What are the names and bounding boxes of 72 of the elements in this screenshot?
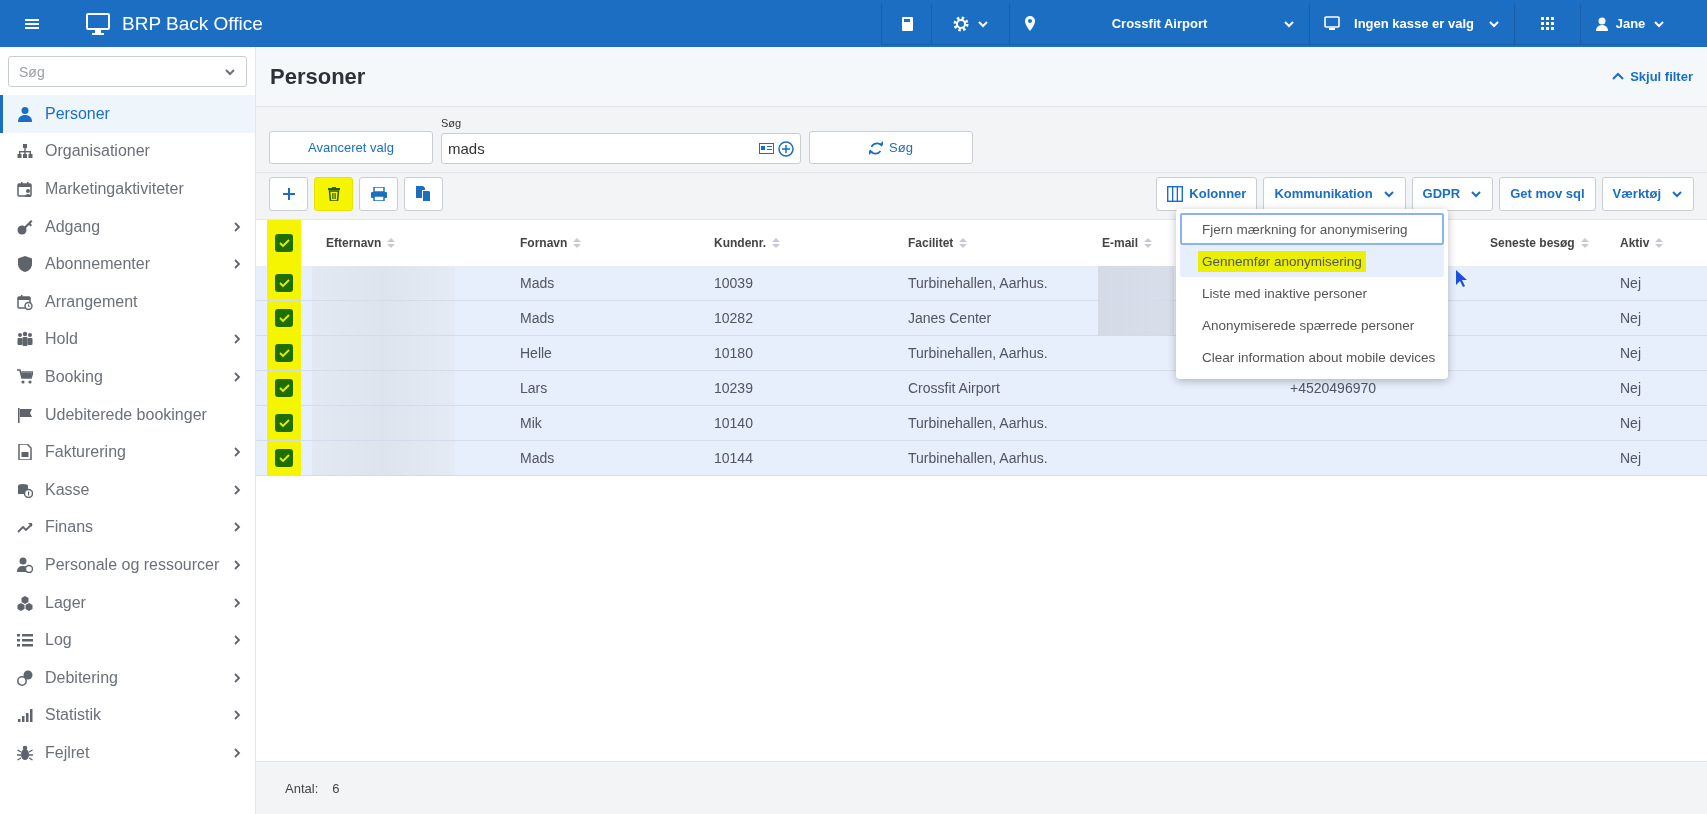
sidebar-item[interactable]: Personer (0, 95, 255, 133)
count-label: Antal: (285, 780, 319, 796)
table-cell-text: Nej (1619, 310, 1642, 326)
menu-item[interactable]: Clear information about mobile devices (1180, 341, 1444, 373)
sidebar-item[interactable]: Personale og ressourcer (0, 546, 255, 584)
table-cell-text: Turbinehallen, Aarhus. (907, 345, 1049, 361)
table-cell-text: Nej (1619, 275, 1642, 291)
column-header[interactable]: Efternavn (312, 236, 506, 250)
sidebar-item[interactable]: Kasse (0, 470, 255, 509)
page-title: Personer (270, 63, 367, 90)
dropdown-button[interactable]: Kommunikation (1263, 176, 1406, 211)
column-header[interactable]: Facilitet (894, 236, 1088, 250)
sidebar-item[interactable]: Abonnementer (0, 245, 255, 283)
table-cell-text: Mads (519, 450, 556, 466)
table-cell-text: Helle (519, 345, 553, 361)
table-cell-text: Mads (519, 275, 556, 291)
search-label: Søg (441, 117, 463, 129)
column-header[interactable]: Kundenr. (700, 236, 894, 250)
sidebar-item[interactable]: Lager (0, 583, 255, 622)
sidebar-item[interactable]: Debitering (0, 658, 255, 697)
table-cell-text: Janes Center (907, 310, 993, 326)
register-selector[interactable]: Ingen kasse er valg (1309, 3, 1514, 44)
table-cell-text: +4520496970 (1289, 380, 1378, 396)
sidebar-item[interactable]: Marketingaktiviteter (0, 170, 255, 208)
table-cell-text: 10039 (713, 275, 754, 291)
count-value: 6 (332, 780, 340, 796)
sidebar-item[interactable]: Statistik (0, 696, 255, 735)
menu-search-field[interactable]: Søg (8, 56, 247, 87)
location-selector[interactable]: Crossfit Airport (1009, 3, 1309, 44)
table-cell-text: 10239 (713, 380, 754, 396)
sidebar-item[interactable]: Finans (0, 508, 255, 547)
table-cell-text: Nej (1619, 415, 1642, 431)
dropdown-button[interactable]: Værktøj (1601, 176, 1694, 211)
search-field[interactable]: mads (441, 133, 801, 164)
table-cell-text: Nej (1619, 380, 1642, 396)
table-cell-text: 10282 (713, 310, 754, 326)
search-button[interactable]: Søg (809, 131, 973, 164)
table-cell-text: 10140 (713, 415, 754, 431)
column-header[interactable]: Fornavn (506, 236, 700, 250)
table-cell-text: Nej (1619, 345, 1642, 361)
sidebar-item[interactable]: Log (0, 621, 255, 659)
sql-button[interactable]: Get mov sql (1499, 176, 1596, 211)
advanced-button[interactable]: Avanceret valg (269, 131, 433, 164)
table-cell-text: Turbinehallen, Aarhus. (907, 415, 1049, 431)
sidebar-item[interactable]: Booking (0, 358, 255, 396)
sidebar-item[interactable]: Hold (0, 320, 255, 359)
menu-item[interactable]: Fjern mærkning for anonymisering (1180, 213, 1444, 245)
menu-item[interactable]: Liste med inaktive personer (1180, 277, 1444, 309)
table-cell-text: Nej (1619, 450, 1642, 466)
user-menu[interactable]: Jane (1580, 3, 1680, 44)
table-cell-text: Turbinehallen, Aarhus. (907, 275, 1049, 291)
sidebar-item[interactable]: Udebiterede bookinger (0, 395, 255, 434)
sidebar-item[interactable]: Organisationer (0, 132, 255, 171)
sidebar-item[interactable]: Adgang (0, 207, 255, 246)
table-cell-text: Crossfit Airport (907, 380, 1001, 396)
table-cell-text: Mik (519, 415, 543, 431)
table-cell-text: 10144 (713, 450, 754, 466)
columns-button[interactable]: Kolonner (1156, 176, 1258, 211)
app-title: BRP Back Office (122, 12, 263, 35)
column-header[interactable]: Seneste besøg (1476, 236, 1606, 250)
table-cell-text: Lars (519, 380, 549, 396)
sidebar-item[interactable]: Fakturering (0, 433, 255, 471)
dropdown-button[interactable]: GDPR (1411, 176, 1494, 211)
table-cell-text: 10180 (713, 345, 754, 361)
table-cell-text: Turbinehallen, Aarhus. (907, 450, 1049, 466)
column-header[interactable]: Aktiv (1606, 236, 1707, 250)
table-cell-text: Mads (519, 310, 556, 326)
menu-item[interactable]: Anonymiserede spærrede personer (1180, 309, 1444, 341)
hide-filter-link[interactable]: Skjul filter (1612, 69, 1693, 84)
menu-item[interactable]: Gennemfør anonymisering (1180, 245, 1444, 277)
sidebar-item[interactable]: Arrangement (0, 282, 255, 321)
sidebar-item[interactable]: Fejlret (0, 734, 255, 772)
